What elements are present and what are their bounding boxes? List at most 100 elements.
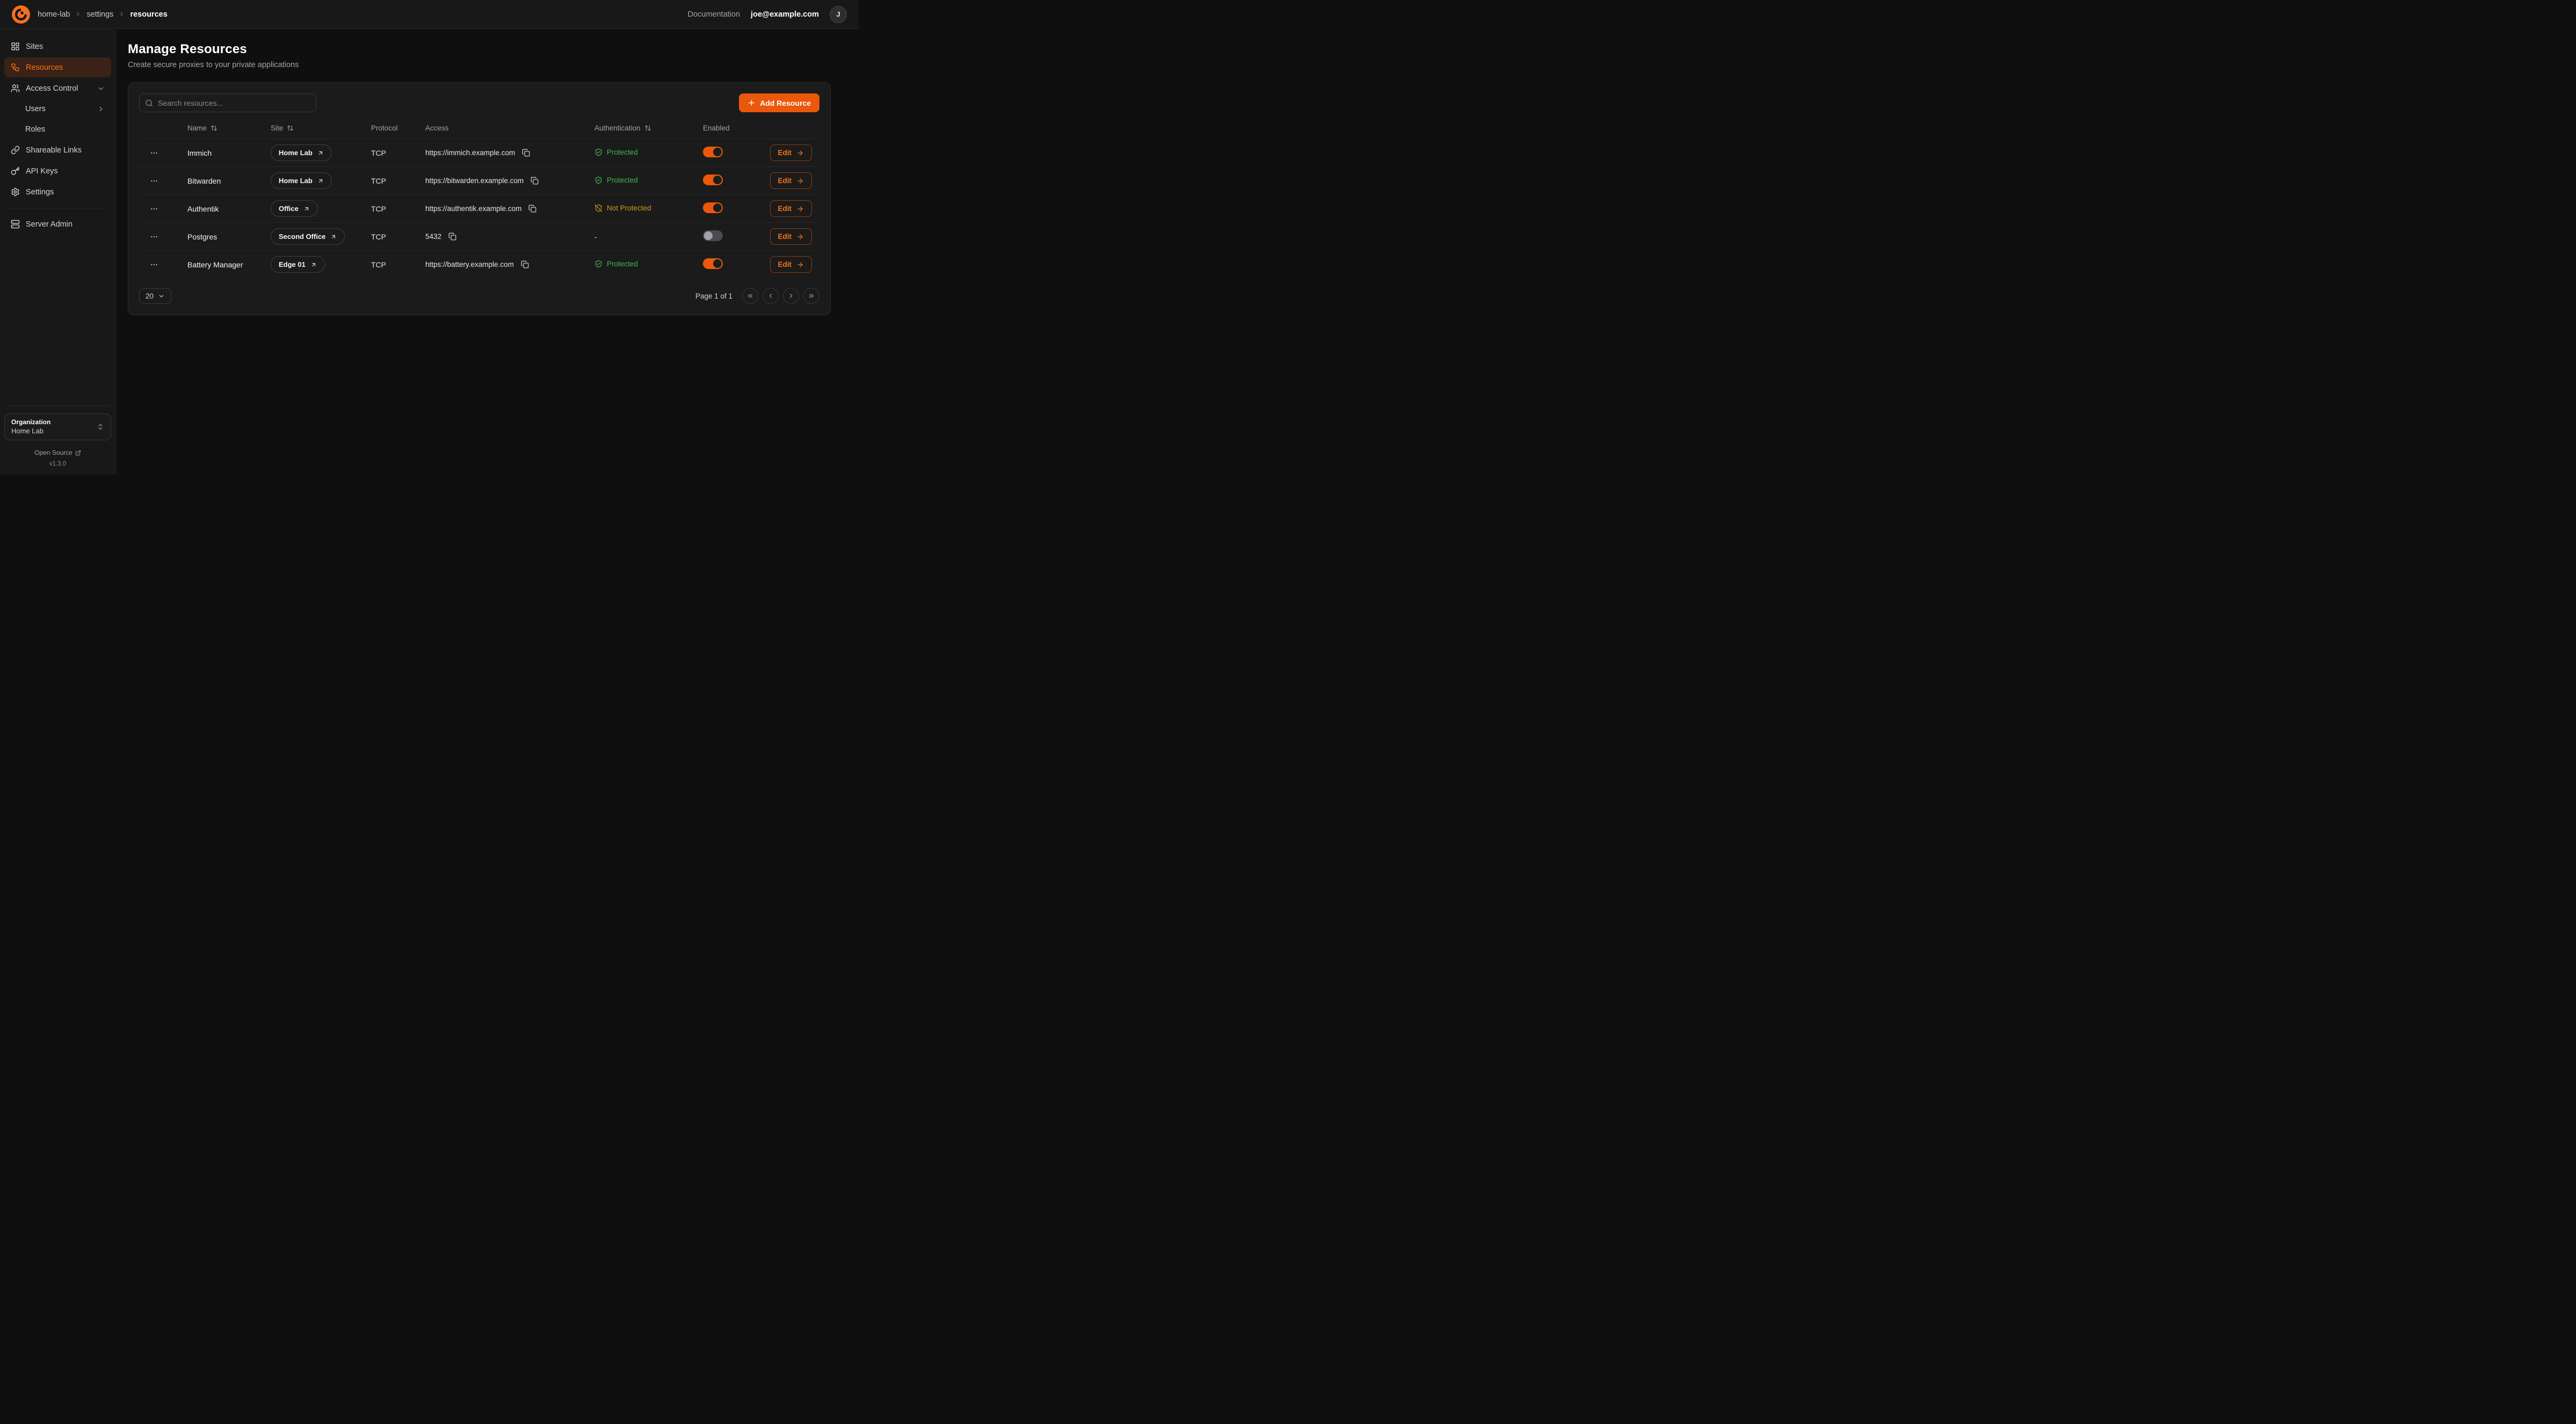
arrow-up-right-icon <box>317 178 324 184</box>
auth-status-badge: Not Protected <box>594 204 651 212</box>
column-label: Protocol <box>371 124 398 132</box>
sidebar-item-access-control[interactable]: Access Control <box>4 78 111 98</box>
resource-name: Battery Manager <box>187 260 271 269</box>
arrow-up-right-icon <box>310 261 317 268</box>
shield-check-icon <box>594 176 603 184</box>
arrow-right-icon <box>796 261 804 268</box>
sidebar-item-users[interactable]: Users <box>4 99 111 119</box>
arrow-right-icon <box>796 149 804 157</box>
sort-icon <box>211 125 217 132</box>
table-row: Bitwarden Home Lab TCP https://bitwarden… <box>139 166 819 194</box>
column-header-name[interactable]: Name <box>187 124 271 132</box>
site-link-button[interactable]: Home Lab <box>271 144 332 161</box>
copy-icon[interactable] <box>529 176 540 186</box>
edit-button[interactable]: Edit <box>770 256 812 273</box>
documentation-link[interactable]: Documentation <box>688 10 741 19</box>
row-menu-button[interactable] <box>148 147 161 159</box>
edit-label: Edit <box>778 177 792 185</box>
arrow-up-right-icon <box>303 206 310 212</box>
enabled-toggle[interactable] <box>703 175 723 185</box>
enabled-toggle[interactable] <box>703 258 723 269</box>
arrow-right-icon <box>796 205 804 213</box>
copy-icon[interactable] <box>447 231 458 242</box>
access-value: https://authentik.example.com <box>425 205 521 213</box>
auth-status-label: - <box>594 233 597 241</box>
chevron-down-icon <box>97 85 105 92</box>
breadcrumb-org[interactable]: home-lab <box>38 10 70 19</box>
organization-selector[interactable]: Organization Home Lab <box>4 413 111 440</box>
column-header-site[interactable]: Site <box>271 124 371 132</box>
toggle-knob <box>713 259 722 268</box>
breadcrumb-settings[interactable]: settings <box>86 10 113 19</box>
edit-button[interactable]: Edit <box>770 228 812 245</box>
column-label: Site <box>271 124 283 132</box>
copy-icon[interactable] <box>521 148 531 158</box>
sidebar-item-shareable-links[interactable]: Shareable Links <box>4 140 111 160</box>
app-logo[interactable] <box>12 5 30 24</box>
next-page-button[interactable] <box>783 288 799 304</box>
resources-card: Add Resource Name Site Protoco <box>128 82 831 315</box>
sidebar-item-sites[interactable]: Sites <box>4 37 111 56</box>
sidebar-item-api-keys[interactable]: API Keys <box>4 161 111 181</box>
topbar: home-lab settings resources Documentatio… <box>0 0 859 29</box>
enabled-toggle[interactable] <box>703 230 723 241</box>
sidebar-item-label: Sites <box>26 42 43 51</box>
open-source-label: Open Source <box>34 449 72 456</box>
plus-icon <box>748 99 756 107</box>
avatar[interactable]: J <box>830 6 847 23</box>
edit-button[interactable]: Edit <box>770 172 812 189</box>
site-name: Home Lab <box>279 149 313 157</box>
row-menu-button[interactable] <box>148 175 161 187</box>
open-source-link[interactable]: Open Source <box>4 449 111 456</box>
site-name: Home Lab <box>279 177 313 185</box>
add-resource-button[interactable]: Add Resource <box>739 93 819 112</box>
edit-button[interactable]: Edit <box>770 144 812 161</box>
auth-status-badge: Protected <box>594 260 638 268</box>
sidebar-item-resources[interactable]: Resources <box>4 57 111 77</box>
site-link-button[interactable]: Home Lab <box>271 172 332 189</box>
column-header-authentication[interactable]: Authentication <box>594 124 703 132</box>
page-size-select[interactable]: 20 <box>139 288 171 304</box>
column-label: Access <box>425 124 449 132</box>
site-link-button[interactable]: Second Office <box>271 228 345 245</box>
table-row: Battery Manager Edge 01 TCP https://batt… <box>139 250 819 278</box>
site-name: Office <box>279 205 299 213</box>
copy-icon[interactable] <box>520 259 530 270</box>
access-value: 5432 <box>425 233 441 241</box>
page-subtitle: Create secure proxies to your private ap… <box>128 61 831 69</box>
sidebar-item-label: Access Control <box>26 84 78 93</box>
sidebar-item-server-admin[interactable]: Server Admin <box>4 214 111 234</box>
sidebar-item-label: Resources <box>26 63 63 72</box>
main-content: Manage Resources Create secure proxies t… <box>116 29 859 475</box>
site-link-button[interactable]: Edge 01 <box>271 256 325 273</box>
enabled-toggle[interactable] <box>703 202 723 213</box>
breadcrumb-resources[interactable]: resources <box>130 10 167 19</box>
toggle-knob <box>713 176 722 184</box>
row-menu-button[interactable] <box>148 230 161 243</box>
last-page-button[interactable] <box>803 288 819 304</box>
user-email[interactable]: joe@example.com <box>751 10 819 19</box>
edit-button[interactable]: Edit <box>770 200 812 217</box>
auth-status-label: Not Protected <box>607 204 651 212</box>
access-value: https://battery.example.com <box>425 260 514 268</box>
search-icon <box>145 99 153 107</box>
sidebar-item-label: Server Admin <box>26 220 72 229</box>
sidebar-item-label: Users <box>25 105 46 113</box>
chevron-right-icon <box>97 105 105 113</box>
shield-check-icon <box>594 260 603 268</box>
sidebar-item-settings[interactable]: Settings <box>4 182 111 202</box>
previous-page-button[interactable] <box>763 288 779 304</box>
enabled-toggle[interactable] <box>703 147 723 157</box>
search-input[interactable] <box>139 93 316 112</box>
sidebar-item-roles[interactable]: Roles <box>4 120 111 139</box>
page-info: Page 1 of 1 <box>695 292 732 300</box>
row-menu-button[interactable] <box>148 258 161 271</box>
auth-status-label: Protected <box>607 148 638 156</box>
row-menu-button[interactable] <box>148 202 161 215</box>
resources-table: Name Site Protocol Access Authenticati <box>139 121 819 278</box>
first-page-button[interactable] <box>742 288 758 304</box>
copy-icon[interactable] <box>527 204 538 214</box>
server-icon <box>11 220 20 229</box>
site-link-button[interactable]: Office <box>271 200 318 217</box>
key-icon <box>11 166 20 176</box>
